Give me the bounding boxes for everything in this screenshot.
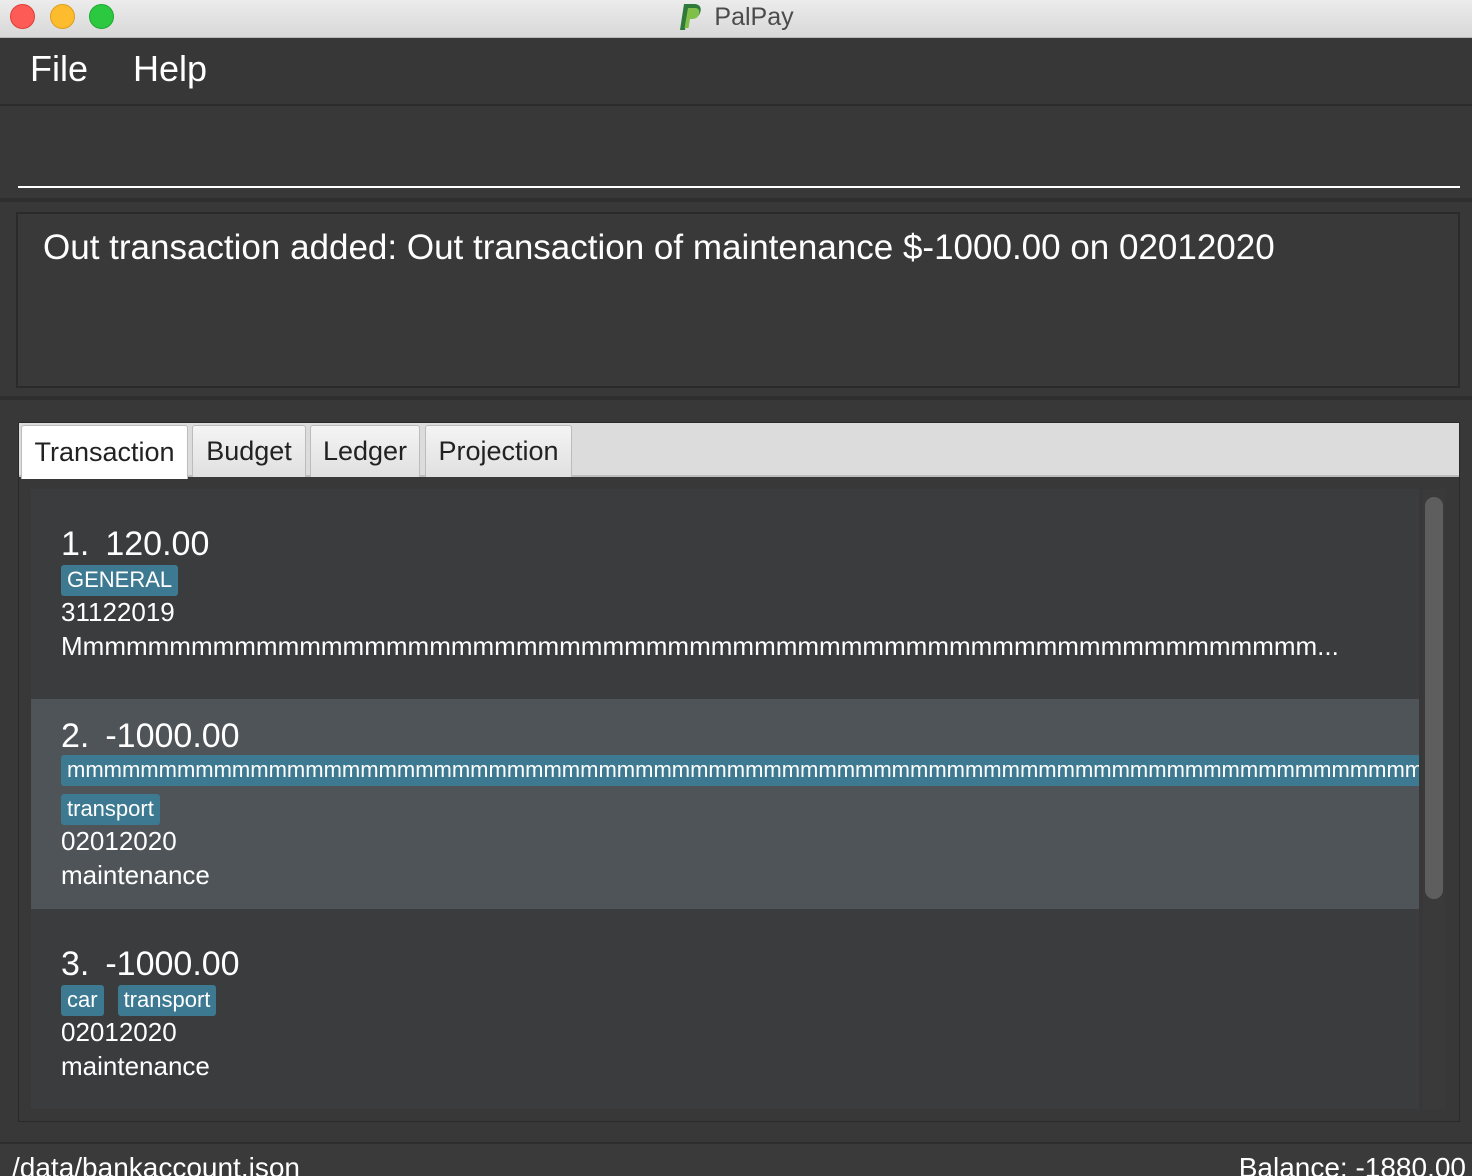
- list-scrollbar[interactable]: [1423, 489, 1445, 1109]
- tab-header: Transaction Budget Ledger Projection: [19, 423, 1459, 479]
- transaction-amount: -1000.00: [105, 717, 240, 755]
- transaction-date: 02012020: [61, 826, 177, 856]
- transaction-amount: 120.00: [105, 525, 210, 563]
- storage-path: /data/bankaccount.json: [12, 1152, 300, 1176]
- app-title: PalPay: [0, 2, 1472, 32]
- tab-projection[interactable]: Projection: [425, 425, 572, 477]
- tag-list: transport: [61, 794, 160, 825]
- tag-list: mmmmmmmmmmmmmmmmmmmmmmmmmmmmmmmmmmmmmmmm…: [61, 755, 1419, 786]
- balance-display: Balance: -1880.00: [1238, 1152, 1466, 1176]
- scrollbar-thumb[interactable]: [1425, 497, 1443, 899]
- transaction-card[interactable]: 1. 120.00 GENERAL 31122019 Mmmmmmmmmmmmmm…: [31, 489, 1419, 699]
- tag-label: mmmmmmmmmmmmmmmmmmmmmmmmmmmmmmmmmmmmmmmm…: [61, 755, 1419, 786]
- tag-label: GENERAL: [61, 565, 179, 596]
- transaction-list[interactable]: 1. 120.00 GENERAL 31122019 Mmmmmmmmmmmmmm…: [31, 489, 1419, 1109]
- menu-file[interactable]: File: [30, 48, 88, 90]
- transaction-index: 3.: [61, 945, 90, 983]
- tag-list: car transport: [61, 985, 217, 1016]
- result-box: Out transaction added: Out transaction o…: [16, 212, 1460, 388]
- tag-label: car: [61, 985, 104, 1016]
- transaction-description: maintenance: [61, 1051, 210, 1081]
- tag-label: transport: [117, 985, 217, 1016]
- tag-label: transport: [61, 794, 160, 825]
- transaction-header: 2. -1000.00: [61, 717, 240, 756]
- tag-list: GENERAL: [61, 565, 179, 596]
- transaction-index: 2.: [61, 717, 90, 755]
- transaction-card-selected[interactable]: 2. -1000.00 mmmmmmmmmmmmmmmmmmmmmmmmmmmmm…: [31, 699, 1419, 909]
- transaction-index: 1.: [61, 525, 90, 563]
- transaction-description: maintenance: [61, 860, 210, 890]
- transaction-header: 1. 120.00: [61, 525, 209, 564]
- result-display: Out transaction added: Out transaction o…: [0, 202, 1472, 400]
- transaction-description: Mmmmmmmmmmmmmmmmmmmmmmmmmmmmmmmmmmmmmmmm…: [61, 631, 1339, 661]
- command-box: [0, 106, 1472, 202]
- tab-budget[interactable]: Budget: [192, 425, 306, 477]
- transaction-card[interactable]: 3. -1000.00 car transport 02012020 mainte…: [31, 909, 1419, 1109]
- transaction-date: 31122019: [61, 597, 175, 627]
- palpay-logo-icon: [680, 4, 702, 30]
- tab-transaction[interactable]: Transaction: [21, 425, 188, 479]
- transaction-amount: -1000.00: [105, 945, 240, 983]
- transaction-header: 3. -1000.00: [61, 945, 240, 984]
- command-input[interactable]: [18, 118, 1460, 188]
- menu-help[interactable]: Help: [133, 48, 207, 90]
- result-message: Out transaction added: Out transaction o…: [43, 228, 1275, 267]
- status-bar: /data/bankaccount.json Balance: -1880.00: [0, 1142, 1472, 1176]
- transaction-date: 02012020: [61, 1017, 177, 1047]
- window-title-bar: PalPay: [0, 0, 1472, 38]
- tab-ledger[interactable]: Ledger: [310, 425, 420, 477]
- window-title: PalPay: [714, 2, 794, 31]
- tab-pane: Transaction Budget Ledger Projection 1. 1…: [18, 422, 1460, 1122]
- menu-bar: File Help: [0, 38, 1472, 106]
